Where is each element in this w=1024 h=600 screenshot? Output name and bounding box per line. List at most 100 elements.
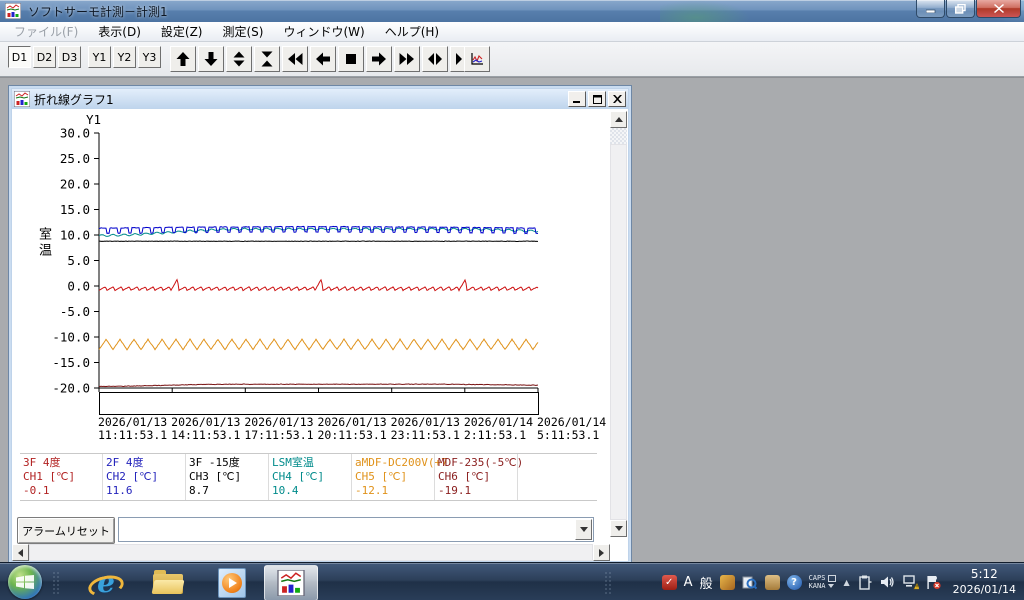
media-player-button[interactable] [212,568,252,598]
taskbar-clock[interactable]: 5:12 2026/01/14 [949,567,1016,597]
channel-value: 8.7 [189,484,268,498]
graph-window-controls [568,91,626,107]
scroll-thumb[interactable] [29,544,593,561]
scroll-thumb[interactable] [610,144,627,520]
alarm-reset-button[interactable]: アラームリセット [17,517,115,544]
ime-mode-general[interactable]: 般 [700,573,713,592]
transport-button[interactable] [254,46,280,72]
channel-value: 11.6 [106,484,185,498]
transport-button[interactable] [338,46,364,72]
taskbar: e ✓ A 般 [0,562,1024,600]
ime-dictionary-icon[interactable] [742,574,758,590]
start-button[interactable] [8,565,42,599]
y-button-group: Y1Y2Y3 [88,46,161,68]
window-controls [915,0,1021,18]
stop-icon [343,51,359,67]
menu-item[interactable]: 表示(D) [88,22,151,41]
menu-item[interactable]: ヘルプ(H) [375,22,449,41]
transport-button[interactable] [310,46,336,72]
transport-button[interactable] [422,46,448,72]
channel-cell: 2F 4度 CH2 [℃] 11.6 [103,454,186,500]
scroll-down-button[interactable] [610,520,627,537]
graph-maximize-button[interactable] [588,91,606,107]
svg-text:-5.0: -5.0 [60,304,90,319]
volume-tray-icon[interactable] [880,574,896,590]
d-button-group: D1D2D3 [8,46,81,68]
graph-tool-group [464,46,490,72]
y-axis-button[interactable]: Y3 [138,46,161,68]
ime-mode-alpha[interactable]: A [684,575,693,590]
transport-button[interactable] [366,46,392,72]
arrow-down-icon [615,526,623,531]
window-title: ソフトサーモ計測－計測1 [28,3,168,20]
data-view-button[interactable]: D3 [58,46,81,68]
network-tray-icon[interactable] [903,574,919,590]
clipboard-tray-icon[interactable] [857,574,873,590]
internet-explorer-button[interactable]: e [86,568,126,598]
clock-time: 5:12 [953,567,1016,582]
transport-button[interactable] [394,46,420,72]
channel-name: 2F 4度 [106,456,185,470]
graph-tool-button[interactable] [464,46,490,72]
graph-window: 折れ線グラフ1 Y130.025.020.015.010.05.00.0-5.0… [8,85,632,565]
combobox-dropdown-button[interactable] [575,519,592,540]
chevron-down-icon [580,527,588,532]
security-tray-icon[interactable]: ✓ [662,575,677,590]
horizontal-scrollbar[interactable] [12,544,610,561]
action-center-flag-icon[interactable] [926,574,942,590]
transport-button[interactable] [282,46,308,72]
step-right-icon [371,51,387,67]
x-tick-label: 2026/01/142:11:53.1 [464,416,548,442]
rewind-icon [287,51,303,67]
transport-button[interactable] [226,46,252,72]
svg-text:-20.0: -20.0 [52,381,90,396]
scroll-track[interactable] [610,128,627,144]
windows-logo-icon [16,575,34,589]
arrow-left-icon [18,549,23,557]
graph-minimize-button[interactable] [568,91,586,107]
ime-toolbox-icon[interactable] [765,575,780,590]
show-hidden-icons-button[interactable]: ▲ [843,578,849,587]
close-button[interactable] [976,0,1021,18]
ime-palette-icon[interactable] [720,575,735,590]
svg-text:30.0: 30.0 [60,126,90,141]
menu-item[interactable]: 設定(Z) [151,22,213,41]
svg-text:15.0: 15.0 [60,202,90,217]
transport-button[interactable] [170,46,196,72]
data-view-button[interactable]: D1 [8,46,31,68]
help-tray-icon[interactable]: ? [787,575,802,590]
menu-item[interactable]: ファイル(F) [4,22,88,41]
channel-name: 3F 4度 [23,456,102,470]
channel-name: LSM室温 [272,456,351,470]
file-explorer-button[interactable] [148,568,188,598]
channel-value: 10.4 [272,484,351,498]
y-axis-button[interactable]: Y2 [113,46,136,68]
menubar: ファイル(F) 表示(D) 設定(Z) 測定(S) ウィンドウ(W) ヘルプ(H… [0,22,1024,42]
media-player-icon [222,573,242,593]
vertical-scrollbar[interactable] [610,111,627,537]
menu-item[interactable]: ウィンドウ(W) [273,22,374,41]
scroll-right-button[interactable] [593,544,610,561]
scroll-left-button[interactable] [12,544,29,561]
data-view-button[interactable]: D2 [33,46,56,68]
graph-window-titlebar[interactable]: 折れ線グラフ1 [12,89,628,109]
ime-caps-kana-indicator[interactable]: CAPS KANA [809,574,837,590]
menu-item[interactable]: 測定(S) [212,22,273,41]
minimize-button[interactable] [916,0,945,18]
x-tick-label: 2026/01/1311:11:53.1 [98,416,182,442]
active-app-taskbar-button[interactable] [264,565,318,600]
graph-close-button[interactable] [608,91,626,107]
restore-button[interactable] [946,0,975,18]
scroll-up-button[interactable] [610,111,627,128]
x-range-indicator[interactable] [99,392,539,415]
channel-name: 3F -15度 [189,456,268,470]
graph-client-area: Y130.025.020.015.010.05.00.0-5.0-10.0-15… [12,109,628,561]
system-tray: ✓ A 般 ? CAPS KANA ▲ [662,563,1024,600]
y-axis-button[interactable]: Y1 [88,46,111,68]
channel-cell: 3F -15度 CH3 [℃] 8.7 [186,454,269,500]
transport-button[interactable] [198,46,224,72]
svg-text:0.0: 0.0 [67,279,90,294]
channel-id: CH6 [℃] [438,470,517,484]
taskbar-grip [604,571,612,595]
alarm-combobox[interactable] [118,517,594,542]
